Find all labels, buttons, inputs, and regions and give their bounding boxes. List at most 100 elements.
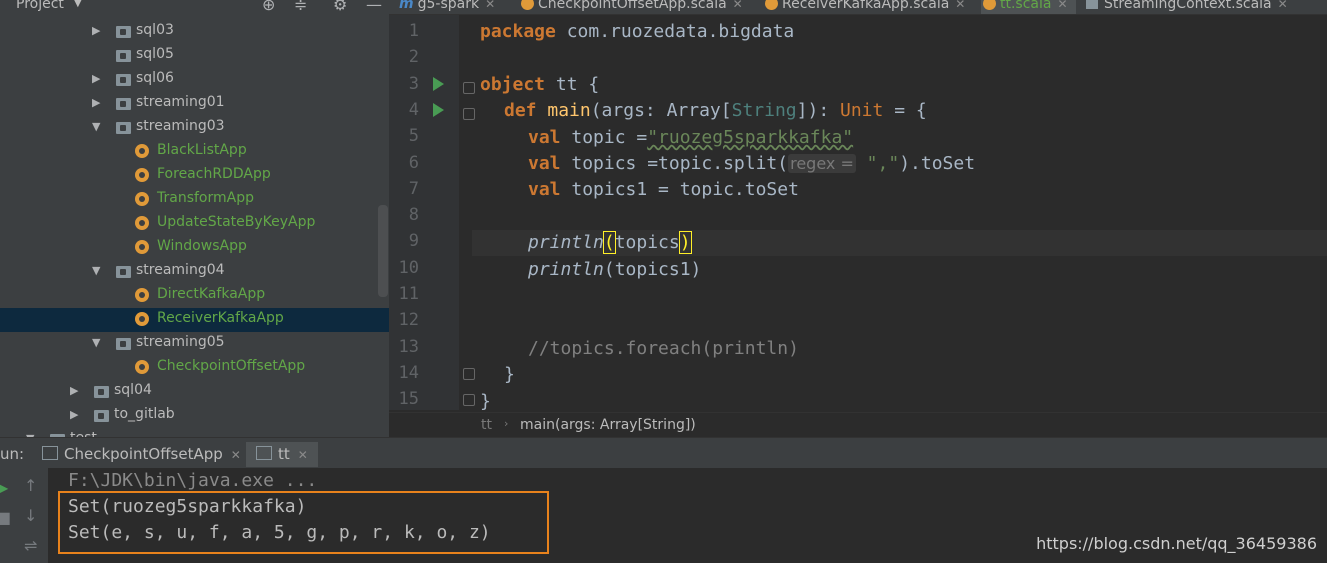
- close-icon[interactable]: ✕: [1278, 0, 1288, 11]
- package-folder-icon: [94, 386, 109, 398]
- line-number: 2: [408, 47, 419, 68]
- output-highlight-box: [58, 491, 549, 554]
- tree-item[interactable]: TransformApp: [0, 188, 389, 212]
- run-label: un:: [0, 445, 25, 463]
- run-gutter-icon[interactable]: [433, 103, 444, 117]
- tree-item[interactable]: DirectKafkaApp: [0, 284, 389, 308]
- tree-item-label: ReceiverKafkaApp: [157, 310, 284, 326]
- minimize-icon[interactable]: —: [366, 0, 382, 14]
- code-line-15: }: [480, 391, 491, 412]
- package-folder-icon: [94, 410, 109, 422]
- tree-item[interactable]: CheckpointOffsetApp: [0, 356, 389, 380]
- code-line-1: package com.ruozedata.bigdata: [480, 21, 795, 42]
- tree-item[interactable]: ▶ sql06: [0, 68, 389, 92]
- tree-item-label: UpdateStateByKeyApp: [157, 214, 316, 230]
- run-tab-checkpointoffsetapp[interactable]: CheckpointOffsetApp ✕: [42, 445, 241, 463]
- line-number: 9: [408, 231, 419, 252]
- tree-item[interactable]: UpdateStateByKeyApp: [0, 212, 389, 236]
- tree-item[interactable]: ▼ streaming03: [0, 116, 389, 140]
- tree-item[interactable]: ▶ streaming01: [0, 92, 389, 116]
- collapse-icon[interactable]: ≑: [294, 0, 307, 14]
- tree-item[interactable]: WindowsApp: [0, 236, 389, 260]
- tree-item-label: TransformApp: [157, 190, 254, 206]
- tab-streamingcontext[interactable]: StreamingContext.scala ✕: [1086, 0, 1288, 14]
- package-folder-icon: [116, 50, 131, 62]
- arrow-up-icon[interactable]: ↑: [24, 476, 37, 495]
- line-number: 8: [408, 205, 419, 226]
- watermark: https://blog.csdn.net/qq_36459386: [1036, 534, 1317, 553]
- tree-item[interactable]: ForeachRDDApp: [0, 164, 389, 188]
- tree-item[interactable]: ▼ streaming04: [0, 260, 389, 284]
- close-icon[interactable]: ✕: [955, 0, 965, 11]
- breadcrumb: tt › main(args: Array[String]): [389, 412, 1327, 438]
- object-icon: [983, 0, 996, 10]
- package-folder-icon: [116, 338, 131, 350]
- tree-item-label: streaming01: [136, 94, 225, 110]
- scala-object-icon: [135, 216, 149, 230]
- chevron-right-icon[interactable]: ▶: [92, 24, 100, 37]
- tree-item[interactable]: ▼test: [0, 428, 389, 437]
- code-line-14: }: [504, 364, 515, 385]
- chevron-right-icon[interactable]: ▶: [70, 408, 78, 421]
- rerun-icon[interactable]: ▶: [0, 478, 8, 497]
- tree-item[interactable]: ▶ sql04: [0, 380, 389, 404]
- chevron-down-icon[interactable]: ▼: [92, 264, 100, 277]
- package-folder-icon: [116, 74, 131, 86]
- line-number: 15: [398, 389, 419, 410]
- tab-g5-spark[interactable]: m g5-spark ✕: [399, 0, 495, 14]
- project-title[interactable]: Project: [16, 0, 64, 12]
- fold-icon[interactable]: [463, 82, 475, 94]
- scala-object-icon: [135, 240, 149, 254]
- chevron-down-icon[interactable]: ▼: [74, 0, 82, 9]
- tab-tt-scala[interactable]: tt.scala ✕: [981, 0, 1076, 14]
- run-gutter-icon[interactable]: [433, 77, 444, 91]
- tree-item-label: WindowsApp: [157, 238, 247, 254]
- tree-item-label: DirectKafkaApp: [157, 286, 266, 302]
- class-icon: [1086, 0, 1098, 9]
- chevron-down-icon[interactable]: ▼: [92, 336, 100, 349]
- soft-wrap-icon[interactable]: ⇌: [24, 536, 37, 555]
- target-icon[interactable]: ⊕: [262, 0, 275, 14]
- close-icon[interactable]: ✕: [298, 448, 308, 462]
- line-number: 4: [408, 99, 419, 120]
- close-icon[interactable]: ✕: [733, 0, 743, 11]
- close-icon[interactable]: ✕: [231, 448, 241, 462]
- code-line-9: println(topics): [528, 231, 692, 254]
- tab-receiverkafkaapp[interactable]: ReceiverKafkaApp.scala ✕: [765, 0, 965, 14]
- line-number: 1: [408, 21, 419, 41]
- breadcrumb-separator: ›: [504, 417, 509, 430]
- scala-object-icon: [135, 168, 149, 182]
- tree-item[interactable]: ReceiverKafkaApp: [0, 308, 389, 332]
- run-tab-tt[interactable]: tt ✕: [246, 442, 318, 467]
- chevron-down-icon[interactable]: ▼: [92, 120, 100, 133]
- breadcrumb-item[interactable]: tt: [481, 417, 492, 433]
- line-number: 3: [408, 73, 419, 94]
- tab-checkpointoffsetapp[interactable]: CheckpointOffsetApp.scala ✕: [521, 0, 743, 14]
- line-number: 11: [398, 284, 419, 304]
- tree-item[interactable]: BlackListApp: [0, 140, 389, 164]
- close-icon[interactable]: ✕: [485, 0, 495, 11]
- chevron-right-icon[interactable]: ▶: [92, 72, 100, 85]
- tree-scrollbar[interactable]: [378, 205, 388, 297]
- tree-item[interactable]: ▶ sql03: [0, 20, 389, 44]
- stop-icon[interactable]: ■: [0, 508, 11, 527]
- chevron-right-icon[interactable]: ▶: [92, 96, 100, 109]
- gear-icon[interactable]: ⚙: [333, 0, 347, 14]
- tree-item[interactable]: ▶ to_gitlab: [0, 404, 389, 428]
- arrow-down-icon[interactable]: ↓: [24, 506, 37, 525]
- tree-item-label: streaming05: [136, 334, 225, 350]
- code-line-7: val topics1 = topic.toSet: [528, 179, 799, 200]
- chevron-right-icon[interactable]: ▶: [70, 384, 78, 397]
- tree-item-label: test: [70, 430, 97, 437]
- fold-icon[interactable]: [463, 368, 475, 380]
- line-number: 14: [398, 362, 419, 383]
- fold-icon[interactable]: [463, 108, 475, 120]
- breadcrumb-item[interactable]: main(args: Array[String]): [520, 417, 696, 433]
- fold-icon[interactable]: [463, 394, 475, 406]
- console-icon: [42, 446, 58, 460]
- tree-item[interactable]: ▼ streaming05: [0, 332, 389, 356]
- parameter-hint: regex =: [788, 154, 856, 173]
- close-icon[interactable]: ✕: [1057, 0, 1067, 11]
- tree-item[interactable]: sql05: [0, 44, 389, 68]
- tree-item-label: sql04: [114, 382, 152, 398]
